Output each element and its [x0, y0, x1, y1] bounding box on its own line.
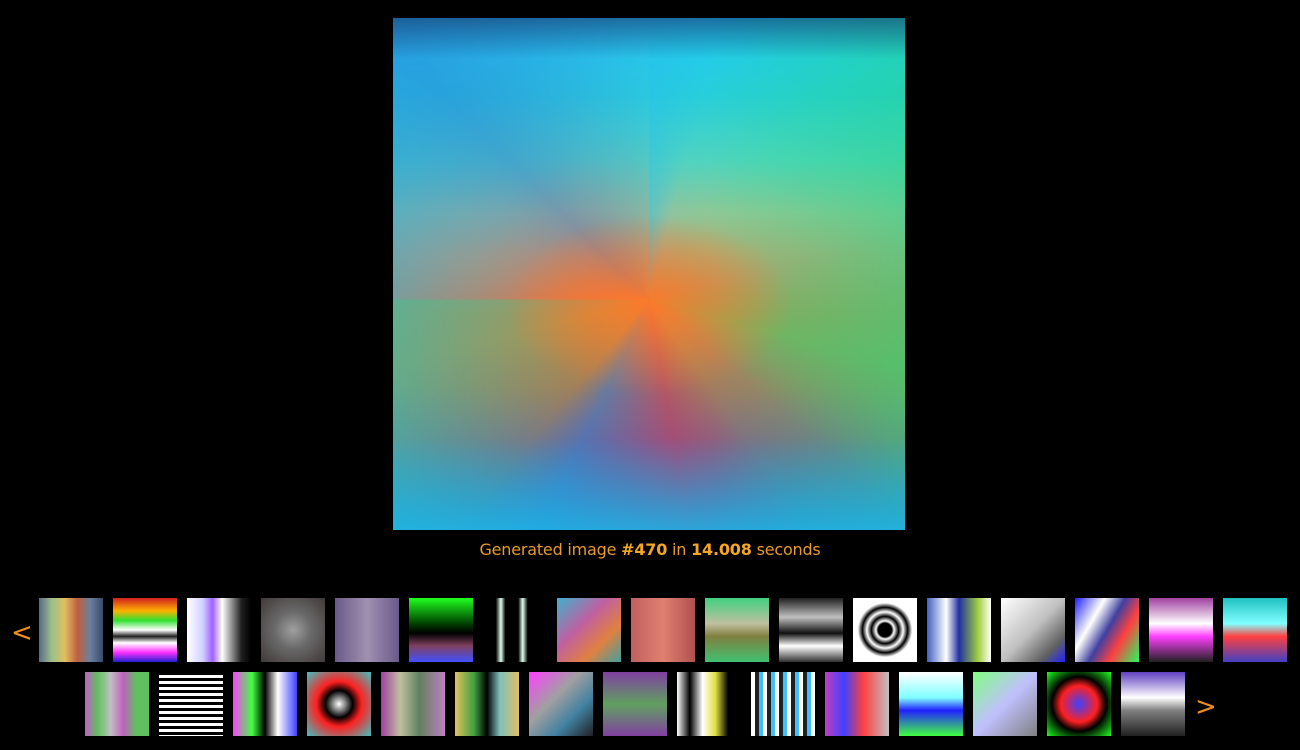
thumbnail-image[interactable] — [631, 598, 695, 662]
thumbnail-image[interactable] — [39, 598, 103, 662]
previous-page-button[interactable]: < — [11, 620, 33, 646]
thumbnail-image[interactable] — [187, 598, 251, 662]
thumbnail-image[interactable] — [973, 672, 1037, 736]
thumbnail-image[interactable] — [483, 598, 547, 662]
gallery-page: Generated image #470 in 14.008 seconds <… — [0, 0, 1300, 750]
thumbnail-image[interactable] — [927, 598, 991, 662]
thumbnail-image[interactable] — [557, 598, 621, 662]
thumbnail-image[interactable] — [1001, 598, 1065, 662]
thumbnail-image[interactable] — [1075, 598, 1139, 662]
thumbnail-image[interactable] — [233, 672, 297, 736]
thumbnail-image[interactable] — [1047, 672, 1111, 736]
thumbnail-image[interactable] — [335, 598, 399, 662]
image-number: #470 — [621, 540, 668, 559]
thumbnail-image[interactable] — [455, 672, 519, 736]
thumbnail-image[interactable] — [1223, 598, 1287, 662]
thumbnail-image[interactable] — [113, 598, 177, 662]
thumbnail-image[interactable] — [899, 672, 963, 736]
next-page-button[interactable]: > — [1195, 694, 1217, 720]
thumbnail-image[interactable] — [677, 672, 741, 736]
thumbnail-image[interactable] — [603, 672, 667, 736]
thumbnail-image[interactable] — [779, 598, 843, 662]
thumbnail-image[interactable] — [825, 672, 889, 736]
thumbnail-image[interactable] — [751, 672, 815, 736]
caption-in: in — [672, 540, 687, 559]
thumbnail-image[interactable] — [705, 598, 769, 662]
generation-time: 14.008 — [691, 540, 752, 559]
thumbnail-image[interactable] — [409, 598, 473, 662]
main-generated-image — [393, 18, 905, 530]
thumbnail-image[interactable] — [307, 672, 371, 736]
thumbnail-image[interactable] — [381, 672, 445, 736]
thumbnail-image[interactable] — [261, 598, 325, 662]
caption-prefix: Generated image — [479, 540, 617, 559]
thumbnail-image[interactable] — [853, 598, 917, 662]
thumbnail-image[interactable] — [1121, 672, 1185, 736]
caption-suffix: seconds — [756, 540, 821, 559]
generation-caption: Generated image #470 in 14.008 seconds — [0, 540, 1300, 559]
thumbnail-image[interactable] — [159, 672, 223, 736]
thumbnail-image[interactable] — [529, 672, 593, 736]
thumbnail-image[interactable] — [85, 672, 149, 736]
thumbnail-image[interactable] — [1149, 598, 1213, 662]
